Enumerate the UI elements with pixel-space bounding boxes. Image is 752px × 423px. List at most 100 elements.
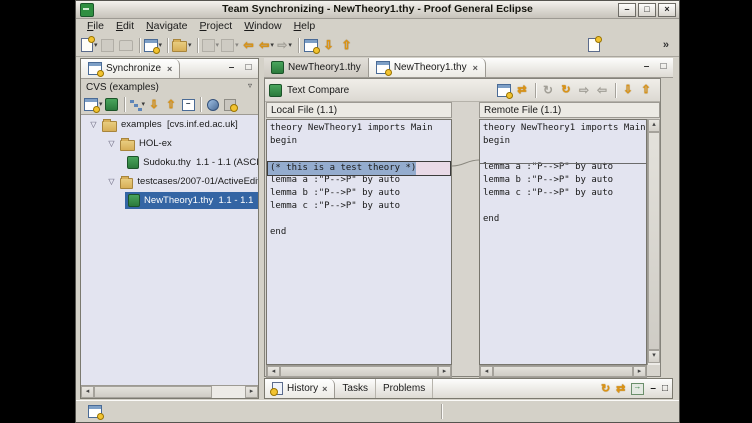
collapse-all-icon: − (182, 99, 195, 111)
scrollbar-thumb[interactable] (648, 132, 660, 350)
next-difference-button[interactable]: ⇩ (620, 81, 636, 99)
scroll-right-icon[interactable]: ▸ (438, 366, 451, 377)
minimize-editor-button[interactable]: – (640, 61, 653, 73)
tab-synchronize[interactable]: Synchronize × (81, 59, 180, 78)
maximize-editor-button[interactable]: □ (657, 61, 670, 73)
previous-difference-button[interactable]: ⇧ (163, 97, 179, 113)
tab-problems[interactable]: Problems (376, 379, 433, 398)
expander-icon[interactable]: ▽ (107, 177, 116, 186)
scrollbar-thumb[interactable] (280, 366, 438, 377)
copy-all-right-to-left-button[interactable]: ↻ (558, 81, 574, 99)
folder-icon (172, 41, 187, 52)
run-menu-button[interactable]: ▾ (202, 36, 220, 54)
scroll-right-icon[interactable]: ▸ (633, 366, 646, 377)
compare-title: Text Compare (287, 85, 349, 96)
scroll-right-icon[interactable]: ▸ (245, 386, 258, 398)
next-change-button[interactable]: ⇩ (321, 36, 337, 54)
close-window-button[interactable]: × (658, 3, 676, 17)
print-button[interactable] (118, 36, 134, 54)
tab-history[interactable]: History × (265, 379, 335, 398)
remote-file-pane[interactable]: theory NewTheory1 imports Main begin lem… (479, 119, 647, 365)
tab-newtheory1-compare[interactable]: NewTheory1.thy × (369, 58, 486, 77)
code-line (267, 213, 451, 226)
link-with-editor-icon[interactable] (631, 383, 644, 395)
tree-horizontal-scrollbar[interactable]: ◂ ▸ (81, 385, 258, 398)
scrollbar-thumb[interactable] (493, 366, 633, 377)
close-icon[interactable]: × (471, 63, 478, 73)
scroll-left-icon[interactable]: ◂ (267, 366, 280, 377)
pane-layout-icon (497, 84, 511, 97)
selected-tree-item[interactable]: NewTheory1.thy 1.1 - 1.1 (A (125, 192, 258, 209)
down-arrow-icon: ⇩ (149, 99, 158, 111)
view-menu-icon[interactable]: ▿ (248, 81, 252, 90)
new-synchronization-button[interactable] (104, 97, 120, 113)
tree-row-examples[interactable]: ▽ examples [cvs.inf.ed.ac.uk] (81, 115, 258, 134)
scroll-down-icon[interactable]: ▾ (648, 350, 660, 363)
forward-history-button[interactable]: ⇨ ▾ (277, 36, 293, 54)
local-horizontal-scrollbar[interactable]: ◂ ▸ (266, 365, 452, 378)
tree-row-hol-ex[interactable]: ▽ HOL-ex (81, 134, 258, 153)
copy-all-left-to-right-button[interactable]: ↻ (540, 81, 556, 99)
pin-button[interactable] (205, 97, 221, 113)
tab-tasks[interactable]: Tasks (335, 379, 376, 398)
copy-right-icon: ⇨ (579, 84, 589, 96)
synchronize-button[interactable] (303, 36, 319, 54)
remote-horizontal-scrollbar[interactable]: ◂ ▸ (479, 365, 647, 378)
maximize-view-button[interactable]: □ (242, 62, 255, 74)
compare-editor-icon (376, 61, 390, 74)
debug-menu-button[interactable]: ▾ (221, 36, 239, 54)
tree-row-sudoku[interactable]: Sudoku.thy 1.1 - 1.1 (ASCII - (81, 153, 258, 172)
expander-icon[interactable]: ▽ (89, 120, 98, 129)
maximize-window-button[interactable]: □ (638, 3, 656, 17)
previous-change-button[interactable]: ⇧ (339, 36, 355, 54)
menu-file[interactable]: File (82, 20, 109, 32)
scroll-left-icon[interactable]: ◂ (81, 386, 94, 398)
toolbar-overflow-button[interactable]: » (608, 39, 669, 51)
local-file-pane[interactable]: theory NewTheory1 imports Main begin lem… (266, 119, 452, 365)
open-perspective-button[interactable] (586, 36, 602, 54)
open-folder-menu-button[interactable]: ▾ (172, 36, 192, 54)
scrollbar-thumb[interactable] (94, 386, 212, 398)
selected-difference[interactable]: (* this is a test theory *) (267, 161, 451, 176)
expander-icon[interactable]: ▽ (107, 139, 116, 148)
pin-icon (207, 99, 219, 111)
tab-newtheory1-editor[interactable]: NewTheory1.thy (264, 58, 369, 77)
synchronize-menu-button[interactable]: ▾ (84, 97, 103, 113)
back-history-button[interactable]: ⇦ ▾ (259, 36, 275, 54)
title-bar[interactable]: Team Synchronizing - NewTheory1.thy - Pr… (76, 1, 679, 19)
presentation-mode-button[interactable]: ▾ (129, 97, 146, 113)
schedule-button[interactable] (222, 97, 238, 113)
scroll-up-icon[interactable]: ▴ (648, 119, 660, 132)
menu-project[interactable]: Project (195, 20, 238, 32)
minimize-window-button[interactable]: – (618, 3, 636, 17)
close-icon[interactable]: × (165, 64, 172, 74)
previous-difference-button[interactable]: ⇧ (638, 81, 654, 99)
fast-view-button[interactable] (88, 405, 102, 418)
new-wizard-button[interactable]: ▾ (81, 36, 98, 54)
remote-vertical-scrollbar[interactable]: ▴ ▾ (647, 119, 660, 365)
synchronize-perspective-button[interactable]: ▾ (144, 36, 163, 54)
close-icon[interactable]: × (322, 384, 327, 394)
next-difference-button[interactable]: ⇩ (146, 97, 162, 113)
menu-navigate[interactable]: Navigate (141, 20, 192, 32)
copy-current-left-to-right-button[interactable]: ⇨ (576, 81, 592, 99)
tab-label: Tasks (342, 383, 368, 394)
save-button[interactable] (100, 36, 116, 54)
compare-mode-icon[interactable]: ⇄ (616, 383, 625, 395)
back-button[interactable]: ⇦ (241, 36, 257, 54)
structure-compare-button[interactable]: ⇄ (514, 81, 530, 99)
swap-panes-button[interactable] (496, 81, 512, 99)
tree-row-newtheory1[interactable]: NewTheory1.thy 1.1 - 1.1 (A (81, 191, 258, 210)
collapse-all-button[interactable]: − (180, 97, 196, 113)
synchronization-scope: CVS (examples) ▿ (81, 79, 258, 95)
maximize-view-button[interactable]: □ (662, 383, 668, 394)
refresh-icon[interactable]: ↻ (601, 383, 610, 395)
tree-row-testcases[interactable]: ▽ testcases/2007-01/ActiveEditorV (81, 172, 258, 191)
copy-current-right-to-left-button[interactable]: ⇦ (594, 81, 610, 99)
menu-edit[interactable]: Edit (111, 20, 139, 32)
menu-help[interactable]: Help (289, 20, 321, 32)
minimize-view-button[interactable]: – (225, 62, 238, 74)
scroll-left-icon[interactable]: ◂ (480, 366, 493, 377)
menu-window[interactable]: Window (239, 20, 286, 32)
minimize-view-button[interactable]: – (650, 383, 656, 394)
